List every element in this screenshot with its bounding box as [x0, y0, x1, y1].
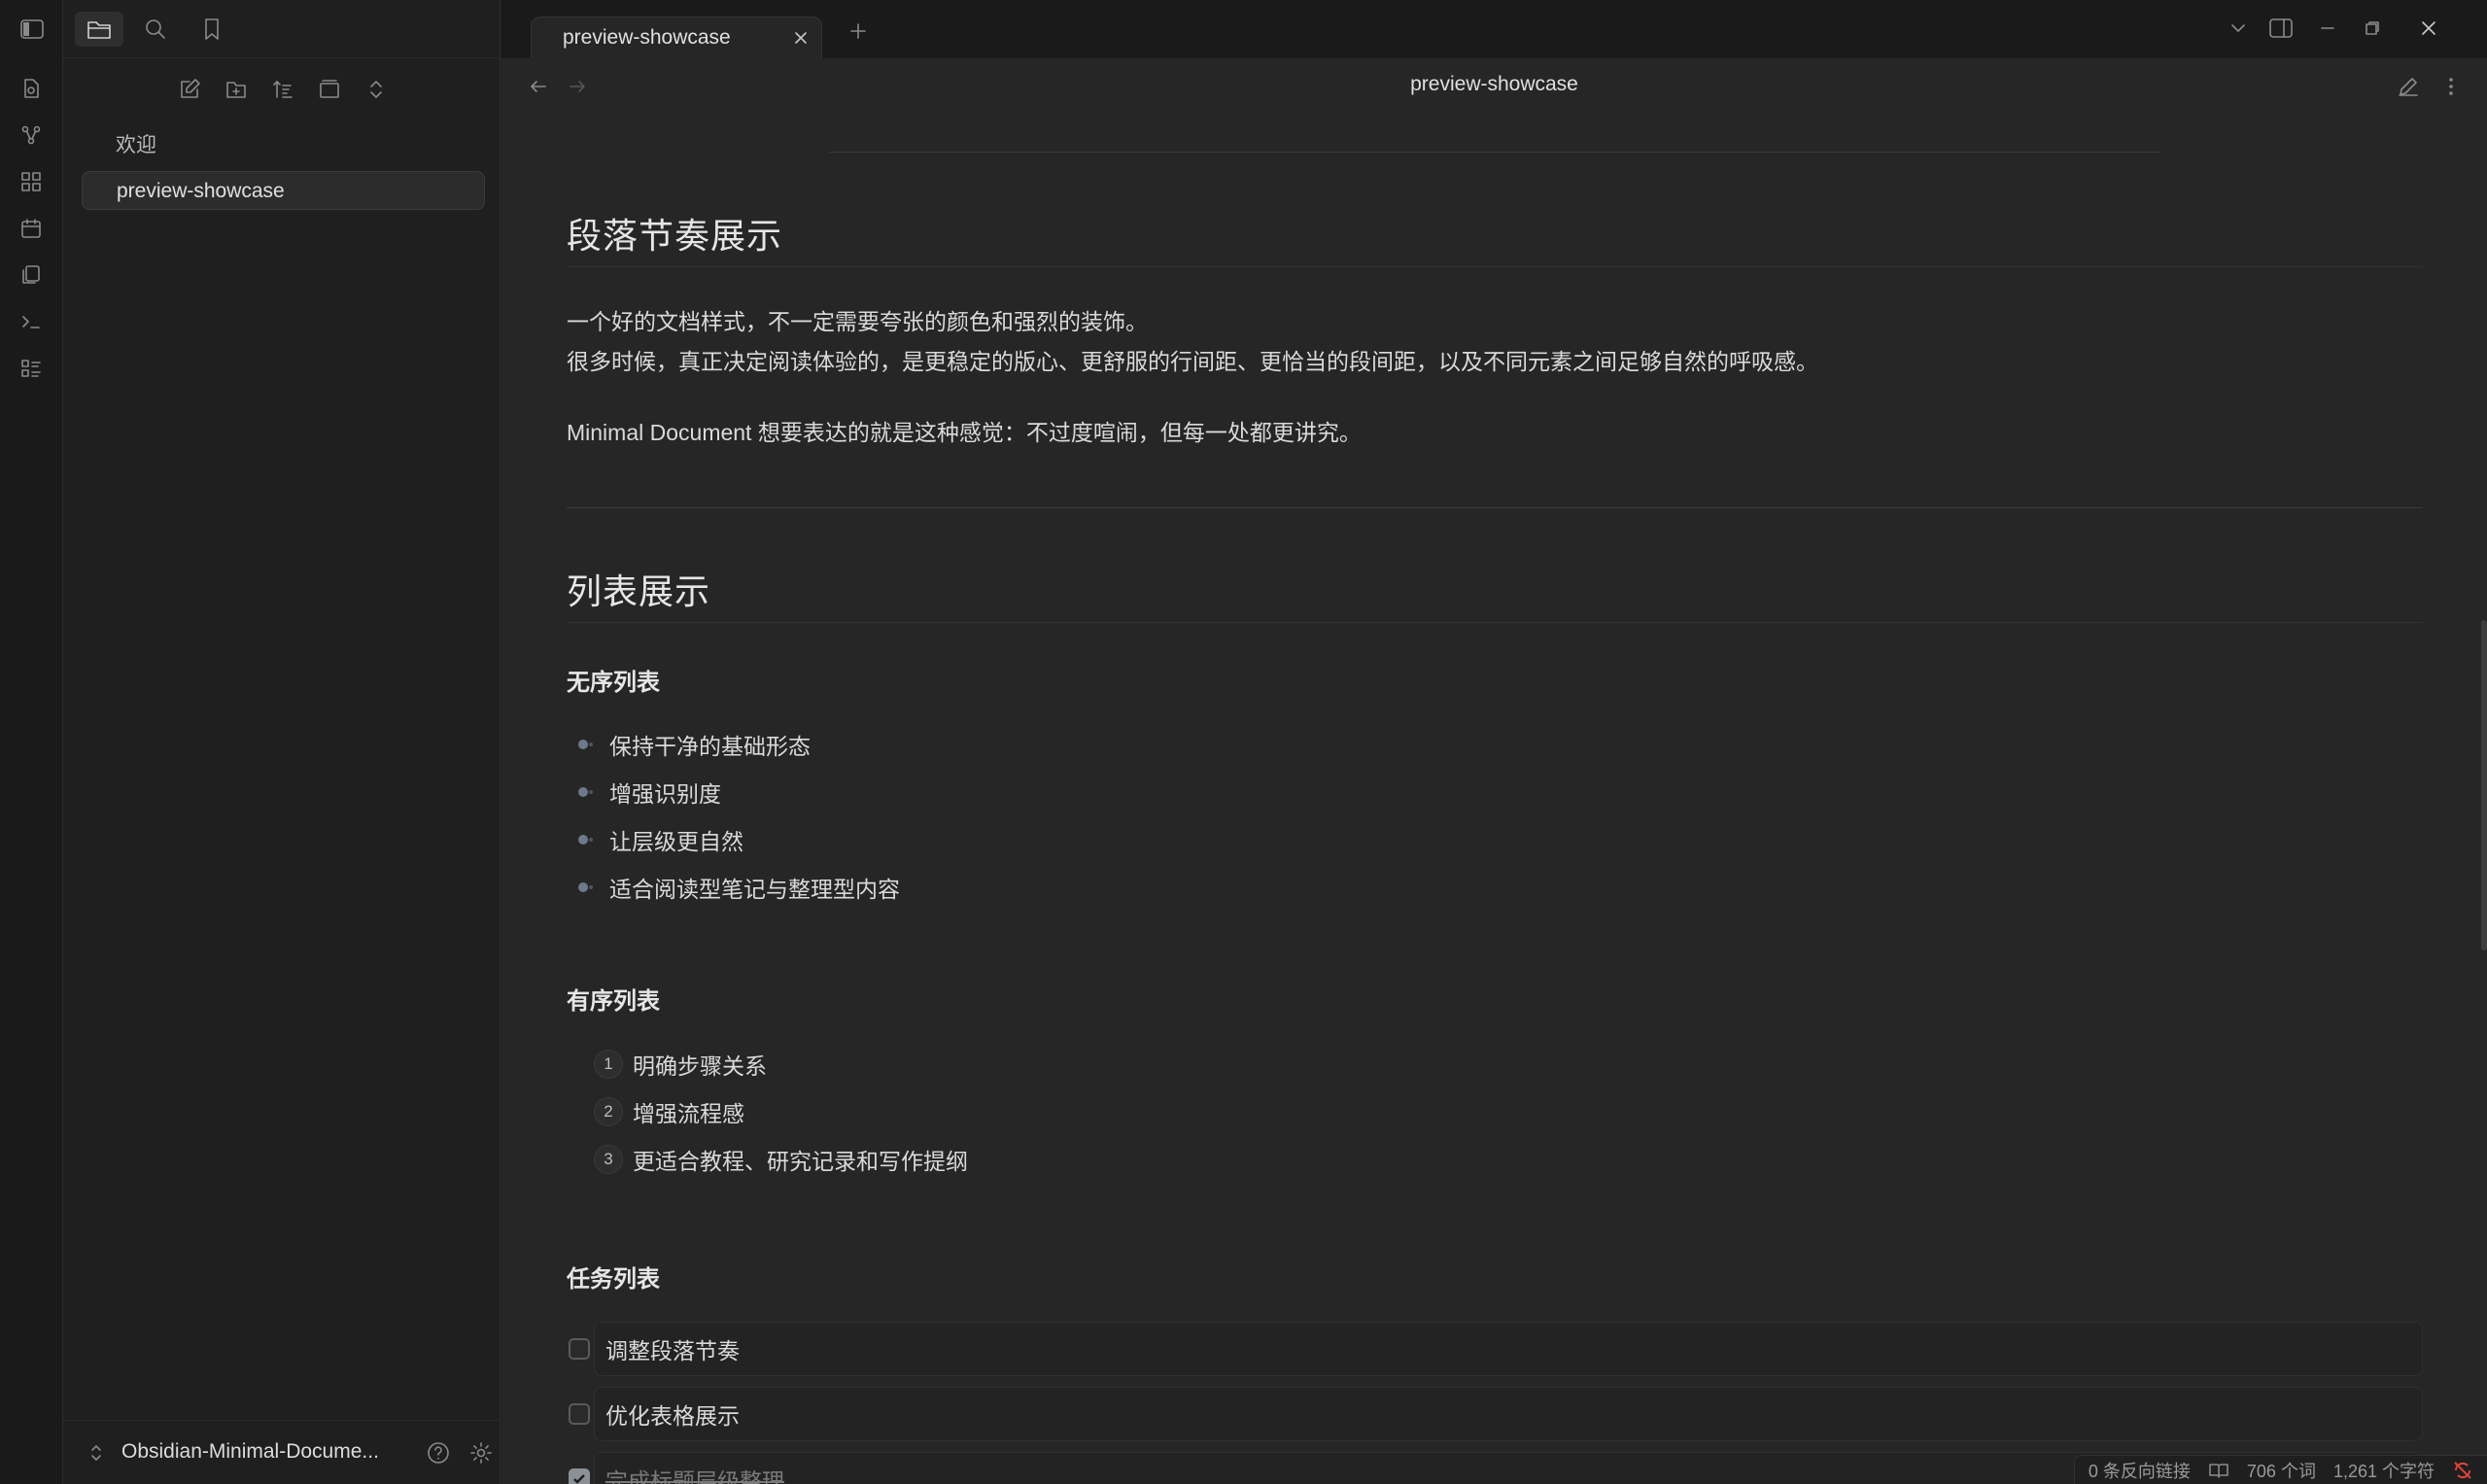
tab-list-chevron-icon[interactable]	[2222, 14, 2255, 43]
char-count: 1,261 个字符	[2332, 1461, 2435, 1481]
heading-section1: 段落节奏展示	[567, 217, 783, 256]
new-folder-icon[interactable]	[221, 74, 252, 105]
tab-title: preview-showcase	[563, 26, 731, 49]
ribbon	[0, 0, 63, 1484]
tasks-icon[interactable]	[16, 353, 47, 384]
file-item-welcome[interactable]: 欢迎	[82, 126, 485, 165]
list-item: 增强识别度	[567, 775, 721, 810]
list-item-text: 让层级更自然	[609, 829, 743, 854]
task-item: 调整段落节奏	[567, 1322, 2423, 1376]
main-workspace: preview-showcase preview-showcase 段落节奏展示…	[501, 0, 2487, 1484]
bullet-icon	[569, 870, 598, 905]
task-checkbox[interactable]	[569, 1338, 590, 1360]
horizontal-rule	[829, 152, 2160, 153]
tab-bar: preview-showcase	[501, 0, 2487, 58]
search-icon	[143, 17, 168, 42]
task-checkbox-checked[interactable]	[569, 1468, 590, 1484]
tab-preview-showcase[interactable]: preview-showcase	[531, 17, 822, 58]
list-item: 适合阅读型笔记与整理型内容	[567, 870, 900, 905]
task-item-text: 调整段落节奏	[605, 1338, 740, 1363]
list-item-text: 增强流程感	[633, 1101, 744, 1126]
files-tab[interactable]	[75, 12, 123, 47]
list-number-badge: 3	[594, 1145, 623, 1174]
scrollbar-thumb[interactable]	[2481, 620, 2487, 950]
task-item-text: 优化表格展示	[605, 1403, 740, 1429]
ordered-list-item: 3 更适合教程、研究记录和写作提纲	[594, 1142, 968, 1177]
auto-reveal-icon[interactable]	[314, 74, 345, 105]
horizontal-rule	[567, 507, 2423, 508]
file-item-preview-showcase[interactable]: preview-showcase	[82, 171, 485, 210]
chevron-updown-icon[interactable]	[88, 1443, 104, 1463]
canvas-icon[interactable]	[16, 166, 47, 197]
reading-mode-book-icon[interactable]	[2208, 1461, 2229, 1480]
file-explorer-toolbar	[63, 68, 501, 111]
list-item: 保持干净的基础形态	[567, 727, 811, 762]
collapse-all-icon[interactable]	[361, 74, 392, 105]
minimize-icon[interactable]	[2311, 14, 2344, 43]
templates-icon[interactable]	[16, 259, 47, 291]
list-item: 让层级更自然	[567, 822, 743, 857]
ordered-list-item: 2 增强流程感	[594, 1094, 744, 1129]
more-options-icon[interactable]	[2435, 71, 2467, 102]
right-sidebar-toggle-icon[interactable]	[2264, 14, 2297, 43]
status-bar: 0 条反向链接 706 个词 1,261 个字符	[2073, 1455, 2487, 1484]
heading-underline	[567, 622, 2423, 623]
help-icon[interactable]	[423, 1437, 454, 1468]
task-item-text: 完成标题层级整理	[605, 1468, 784, 1484]
paragraph-1-line2: 很多时候，真正决定阅读体验的，是更稳定的版心、更舒服的行间距、更恰当的段间距，以…	[567, 349, 1818, 374]
sync-error-icon[interactable]	[2452, 1460, 2473, 1481]
word-count: 706 个词	[2246, 1461, 2316, 1481]
bullet-icon	[569, 822, 598, 857]
restore-icon[interactable]	[2356, 14, 2389, 43]
vault-switcher-bar: Obsidian-Minimal-Docume...	[63, 1420, 501, 1484]
list-number-badge: 1	[594, 1050, 623, 1079]
heading-section2: 列表展示	[567, 572, 711, 611]
search-tab[interactable]	[131, 12, 180, 47]
heading-underline	[567, 266, 2423, 267]
new-tab-plus-icon[interactable]	[844, 17, 873, 46]
list-item-text: 保持干净的基础形态	[609, 734, 811, 759]
list-item-text: 增强识别度	[609, 781, 721, 807]
list-number-badge: 2	[594, 1097, 623, 1126]
terminal-icon[interactable]	[16, 306, 47, 337]
window-close-icon[interactable]	[2412, 14, 2445, 43]
sidebar-toggle-icon[interactable]	[17, 17, 47, 41]
sort-icon[interactable]	[267, 74, 298, 105]
heading-ordered-list: 有序列表	[567, 988, 660, 1015]
bookmark-icon	[201, 17, 223, 42]
folder-icon	[86, 17, 113, 41]
new-note-icon[interactable]	[174, 74, 205, 105]
reading-view[interactable]: 段落节奏展示 一个好的文档样式，不一定需要夸张的颜色和强烈的装饰。 很多时候，真…	[501, 115, 2487, 1484]
open-file-icon[interactable]	[16, 73, 47, 104]
view-title[interactable]: preview-showcase	[501, 73, 2487, 96]
task-item: 优化表格展示	[567, 1387, 2423, 1441]
bookmarks-tab[interactable]	[188, 12, 236, 47]
backlinks-count[interactable]: 0 条反向链接	[2089, 1458, 2191, 1483]
close-icon[interactable]	[790, 27, 812, 49]
heading-unordered-list: 无序列表	[567, 670, 660, 696]
list-item-text: 适合阅读型笔记与整理型内容	[609, 877, 900, 902]
bullet-icon	[569, 727, 598, 762]
task-item-panel	[594, 1387, 2423, 1441]
file-explorer-sidebar: 欢迎 preview-showcase Obsidian-Minimal-Doc…	[63, 0, 501, 1484]
ordered-list-item: 1 明确步骤关系	[594, 1047, 767, 1082]
view-header: preview-showcase	[501, 58, 2487, 115]
edit-pencil-icon[interactable]	[2393, 71, 2424, 102]
paragraph-1-line1: 一个好的文档样式，不一定需要夸张的颜色和强烈的装饰。	[567, 309, 1148, 334]
graph-icon[interactable]	[16, 120, 47, 151]
heading-task-list: 任务列表	[567, 1266, 660, 1293]
task-item-panel	[594, 1322, 2423, 1376]
calendar-icon[interactable]	[16, 213, 47, 244]
list-item-text: 更适合教程、研究记录和写作提纲	[633, 1149, 968, 1174]
bullet-icon	[569, 775, 598, 810]
check-icon	[573, 1474, 585, 1484]
sidebar-tab-bar	[63, 0, 501, 58]
vault-name[interactable]: Obsidian-Minimal-Docume...	[121, 1440, 379, 1464]
task-checkbox[interactable]	[569, 1403, 590, 1425]
paragraph-2: Minimal Document 想要表达的就是这种感觉：不过度喧闹，但每一处都…	[567, 420, 1362, 445]
settings-gear-icon[interactable]	[466, 1437, 497, 1468]
list-item-text: 明确步骤关系	[633, 1053, 767, 1079]
